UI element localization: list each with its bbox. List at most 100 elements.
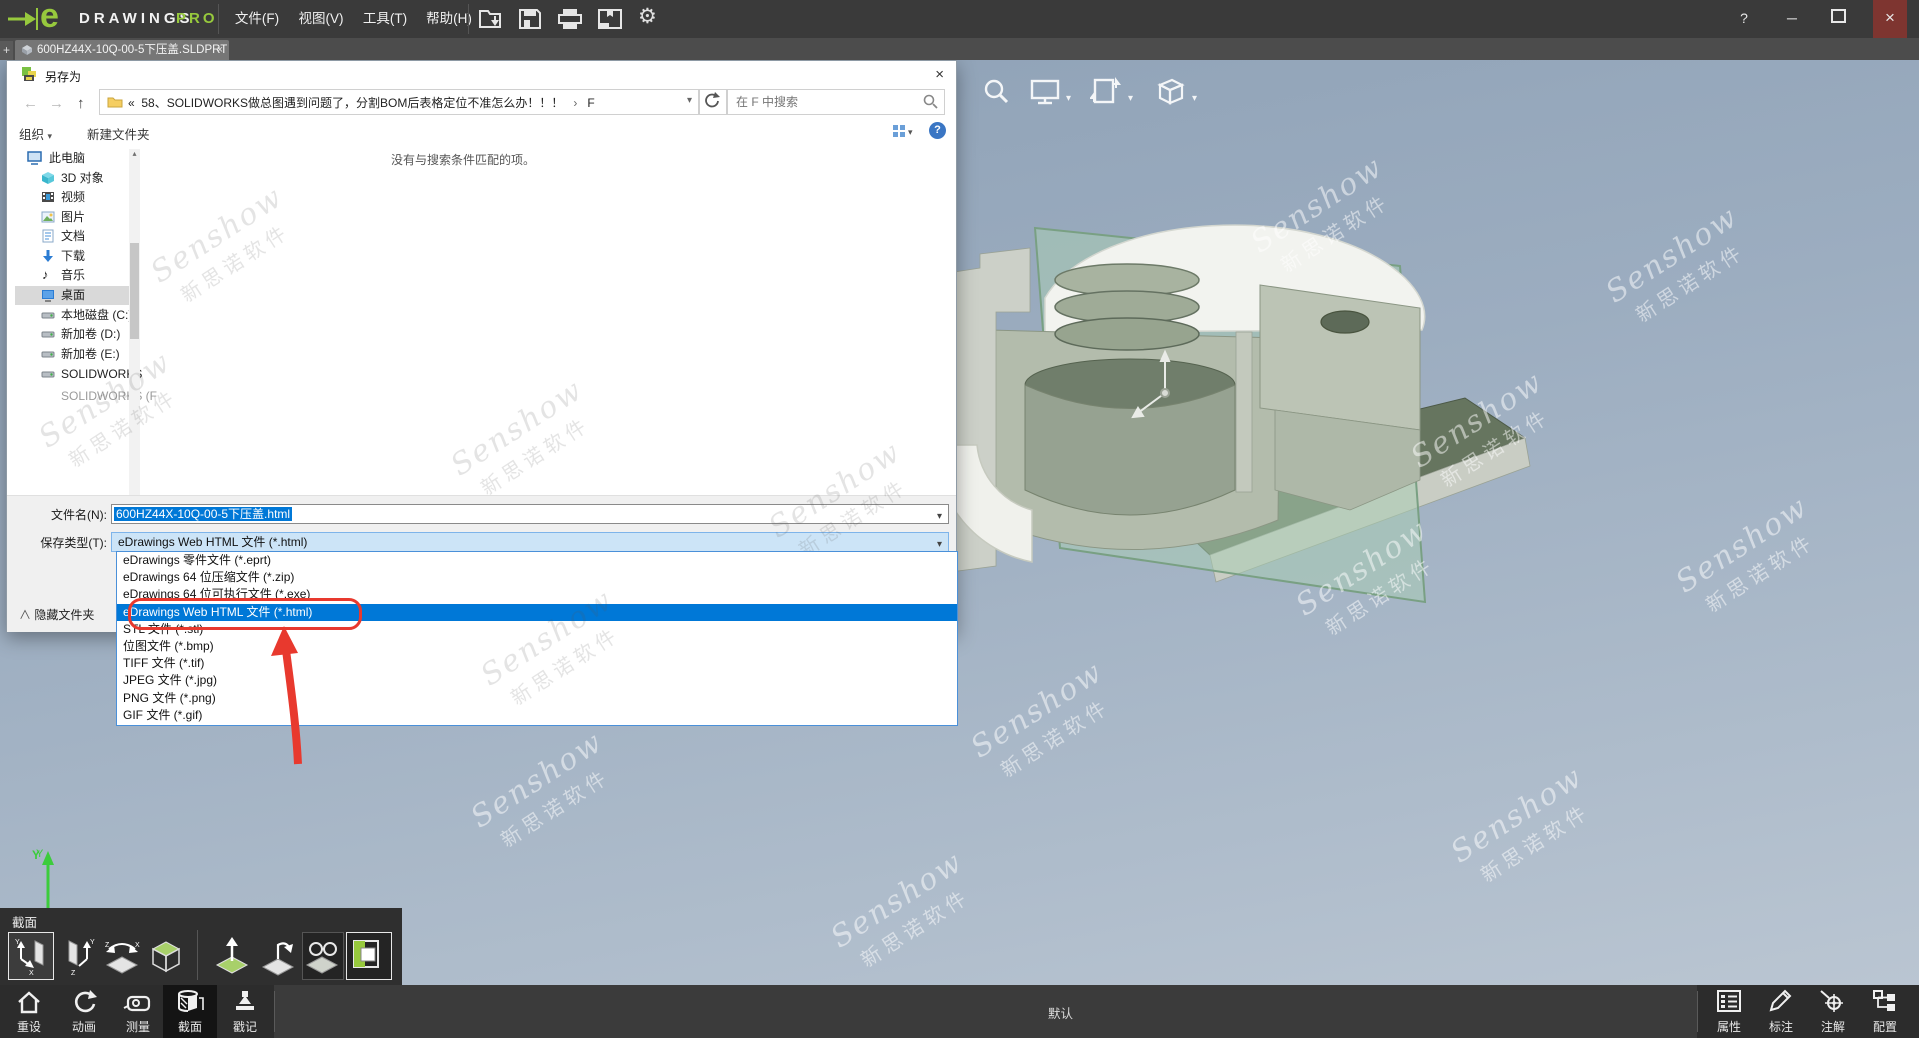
publish-button[interactable] — [596, 7, 626, 33]
address-bar[interactable]: « 58、SOLIDWORKS做总图遇到问题了，分割BOM后表格定位不准怎么办！… — [99, 89, 699, 115]
sidebar-item-3d-objects[interactable]: 3D 对象 — [15, 169, 129, 188]
sidebar-item-downloads[interactable]: 下载 — [15, 247, 129, 266]
picture-icon — [41, 210, 55, 224]
svg-text:X: X — [29, 970, 34, 977]
sidebar-item-this-pc[interactable]: 此电脑 — [15, 149, 129, 168]
tab-close-icon[interactable]: × — [217, 40, 223, 60]
sidebar-item-solidworks[interactable]: SOLIDWORKS — [15, 365, 129, 384]
sidebar-item-solidworks-f[interactable]: SOLIDWORKS (F — [15, 387, 129, 406]
hide-folders-button[interactable]: ∧ 隐藏文件夹 — [19, 606, 94, 623]
configuration-button[interactable]: 配置 — [1860, 985, 1910, 1038]
dialog-close-icon[interactable]: × — [935, 66, 944, 83]
toolbar-separator — [218, 4, 219, 34]
document-tab[interactable]: 600HZ44X-10Q-00-5下压盖.SLDPRT × — [15, 40, 229, 60]
sidebar-item-documents[interactable]: 文档 — [15, 227, 129, 246]
settings-gear-icon[interactable]: ⚙ — [638, 4, 668, 30]
scrollbar-thumb[interactable] — [130, 243, 139, 339]
stamp-button[interactable]: 戳记 — [218, 985, 272, 1038]
new-folder-button[interactable]: 新建文件夹 — [87, 124, 150, 143]
configuration-name[interactable]: 默认 — [1048, 1003, 1073, 1022]
section-yz-plane-button[interactable]: YZ — [56, 932, 102, 980]
animation-button[interactable]: 动画 — [57, 985, 111, 1038]
organize-button[interactable]: 组织 ▾ — [19, 124, 52, 143]
menu-view[interactable]: 视图(V) — [290, 0, 352, 38]
dropdown-option-zip[interactable]: eDrawings 64 位压缩文件 (*.zip) — [117, 569, 957, 586]
measure-button[interactable]: 测量 — [111, 985, 165, 1038]
search-input[interactable] — [734, 92, 918, 112]
save-button[interactable] — [517, 7, 547, 33]
savetype-value: eDrawings Web HTML 文件 (*.html) — [118, 535, 307, 549]
address-chevron-icon[interactable]: ▾ — [687, 95, 692, 106]
viewport-axis-triad: Y — [18, 845, 78, 915]
bottom-toolbar: 默认 重设 动画 测量 截面 戳记 属性 标注 — [0, 985, 1919, 1038]
window-minimize-button[interactable]: ─ — [1775, 0, 1809, 38]
menu-help[interactable]: 帮助(H) — [418, 0, 480, 38]
filename-value: 600HZ44X-10Q-00-5下压盖.html — [114, 507, 292, 521]
section-xy-plane-button[interactable]: YX — [8, 932, 54, 980]
filename-input[interactable]: 600HZ44X-10Q-00-5下压盖.html ▾ — [111, 504, 949, 524]
section-panel-title: 截面 — [12, 912, 37, 931]
sheet-views-icon[interactable] — [1090, 76, 1122, 106]
search-box[interactable] — [727, 89, 945, 115]
orientation-cube-icon[interactable] — [1152, 76, 1186, 106]
sheet-views-caret[interactable]: ▾ — [1128, 88, 1133, 106]
markup-button[interactable]: 标注 — [1756, 985, 1806, 1038]
svg-text:Y: Y — [15, 939, 20, 946]
desktop-icon — [41, 288, 55, 302]
section-show-plane-button[interactable] — [346, 932, 392, 980]
section-zx-plane-button[interactable]: ZX — [100, 932, 146, 980]
view-mode-icon[interactable]: ▾ — [892, 124, 918, 138]
sidebar-item-desktop[interactable]: 桌面 — [15, 286, 129, 305]
sidebar-item-music[interactable]: ♪ 音乐 — [15, 266, 129, 285]
edrawings-logo-e: e — [40, 0, 59, 36]
section-button-active[interactable]: 截面 — [163, 985, 217, 1038]
window-close-button[interactable]: × — [1873, 0, 1907, 38]
sidebar-item-local-disk-c[interactable]: 本地磁盘 (C:) — [15, 306, 129, 325]
orientation-cube-caret[interactable]: ▾ — [1192, 88, 1197, 106]
display-mode-icon[interactable] — [1030, 78, 1062, 106]
nav-up-icon[interactable]: ↑ — [77, 95, 85, 112]
3d-model-cross-section[interactable] — [880, 180, 1580, 760]
svg-text:Z: Z — [105, 942, 110, 949]
sidebar-item-videos[interactable]: 视频 — [15, 188, 129, 207]
print-button[interactable] — [556, 7, 586, 33]
new-tab-button[interactable]: + — [0, 41, 13, 60]
toolbar-separator — [274, 991, 275, 1032]
drive-icon — [41, 367, 55, 381]
scroll-up-icon[interactable]: ▴ — [129, 149, 140, 158]
document-icon — [41, 229, 55, 243]
music-icon: ♪ — [42, 265, 49, 284]
display-mode-caret[interactable]: ▾ — [1066, 88, 1071, 106]
filename-label: 文件名(N): — [11, 506, 107, 523]
refresh-button[interactable] — [699, 89, 727, 115]
sidebar-item-volume-e[interactable]: 新加卷 (E:) — [15, 345, 129, 364]
section-box-button[interactable] — [144, 932, 190, 980]
menu-file[interactable]: 文件(F) — [226, 0, 288, 38]
menu-tools[interactable]: 工具(T) — [354, 0, 416, 38]
edrawings-logo-pro: PRO — [176, 10, 218, 27]
hide-folders-chevron-icon: ∧ — [19, 608, 31, 622]
filename-chevron-icon[interactable]: ▾ — [937, 508, 942, 526]
open-button[interactable] — [478, 7, 508, 33]
properties-button[interactable]: 属性 — [1704, 985, 1754, 1038]
nav-forward-icon[interactable]: → — [49, 95, 64, 112]
reset-button[interactable]: 重设 — [2, 985, 56, 1038]
zoom-tool-icon[interactable] — [982, 78, 1010, 106]
section-rotate-plane-button[interactable] — [256, 932, 302, 980]
dialog-help-button[interactable]: ? — [929, 122, 946, 139]
savetype-combobox[interactable]: eDrawings Web HTML 文件 (*.html) ▾ — [111, 532, 949, 552]
sidebar-item-volume-d[interactable]: 新加卷 (D:) — [15, 325, 129, 344]
dropdown-option-eprt[interactable]: eDrawings 零件文件 (*.eprt) — [117, 552, 957, 569]
annotation-button[interactable]: 注解 — [1808, 985, 1858, 1038]
section-show-cap-button[interactable] — [302, 932, 344, 980]
breadcrumb[interactable]: « 58、SOLIDWORKS做总图遇到问题了，分割BOM后表格定位不准怎么办！… — [128, 94, 595, 111]
window-maximize-button[interactable] — [1821, 0, 1855, 38]
nav-back-icon[interactable]: ← — [23, 95, 38, 112]
window-help-button[interactable]: ? — [1727, 0, 1761, 38]
sidebar-item-pictures[interactable]: 图片 — [15, 208, 129, 227]
tab-title: 600HZ44X-10Q-00-5下压盖.SLDPRT — [37, 40, 227, 60]
dialog-title-bar[interactable]: 另存为 × — [7, 61, 956, 87]
section-offset-plane-button[interactable] — [210, 932, 256, 980]
drive-icon — [41, 327, 55, 341]
status-strip: 默认 — [274, 985, 1697, 1038]
